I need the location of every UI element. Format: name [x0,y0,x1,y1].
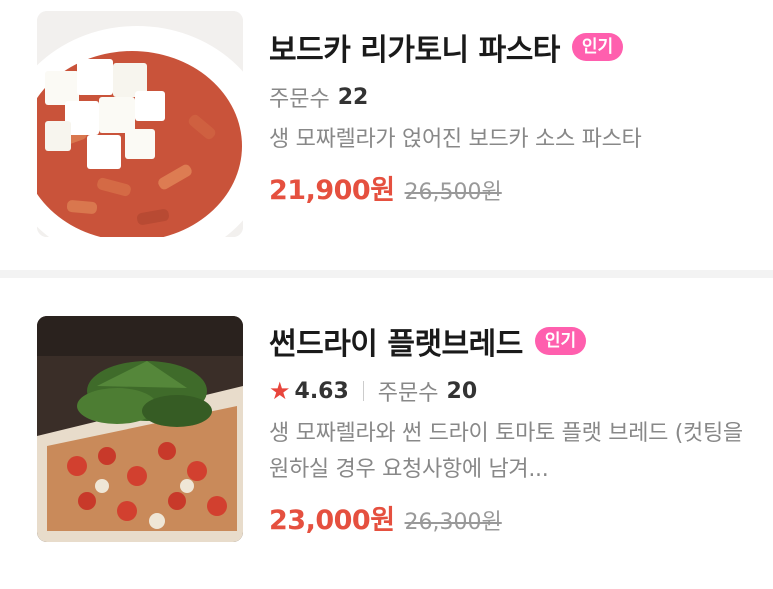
menu-item-name: 썬드라이 플랫브레드 [269,327,523,362]
popular-badge: 인기 [571,33,624,61]
order-count-label: 주문수 [269,87,330,112]
menu-list: 보드카 리가토니 파스타 인기 주문수 22 생 모짜렐라가 얹어진 보드카 소… [0,0,773,589]
menu-item-price-row: 21,900원 26,500원 [269,168,763,208]
order-count: 20 [446,378,478,404]
menu-item-vodka-rigatoni[interactable]: 보드카 리가토니 파스타 인기 주문수 22 생 모짜렐라가 얹어진 보드카 소… [0,0,773,270]
order-count-label: 주문수 [377,381,439,406]
sale-price: 21,900원 [269,175,395,206]
menu-item-sundried-flatbread[interactable]: 썬드라이 플랫브레드 인기 ★ 4.63 주문수 20 생 모짜렐라와 썬 드라… [0,278,773,589]
sale-price: 23,000원 [269,505,395,536]
original-price: 26,500원 [404,180,502,205]
meta-separator [362,381,364,401]
menu-item-info: 보드카 리가토니 파스타 인기 주문수 22 생 모짜렐라가 얹어진 보드카 소… [269,22,763,208]
menu-item-meta: ★ 4.63 주문수 20 [269,374,763,408]
menu-item-description: 생 모짜렐라가 얹어진 보드카 소스 파스타 [269,127,642,152]
order-count: 22 [337,84,369,110]
menu-item-price-row: 23,000원 26,300원 [269,498,763,538]
popular-badge: 인기 [534,327,587,355]
star-icon: ★ [269,377,291,405]
menu-item-photo [37,316,243,542]
menu-item-name: 보드카 리가토니 파스타 [269,33,560,68]
menu-item-photo [37,11,243,237]
menu-item-meta: 주문수 22 [269,80,763,114]
menu-item-description: 생 모짜렐라와 썬 드라이 토마토 플랫 브레드 (컷팅을 원하실 경우 요청사… [269,421,743,482]
menu-item-info: 썬드라이 플랫브레드 인기 ★ 4.63 주문수 20 생 모짜렐라와 썬 드라… [269,316,763,538]
rating-value: 4.63 [294,378,349,404]
item-divider [0,270,773,278]
original-price: 26,300원 [404,510,502,535]
